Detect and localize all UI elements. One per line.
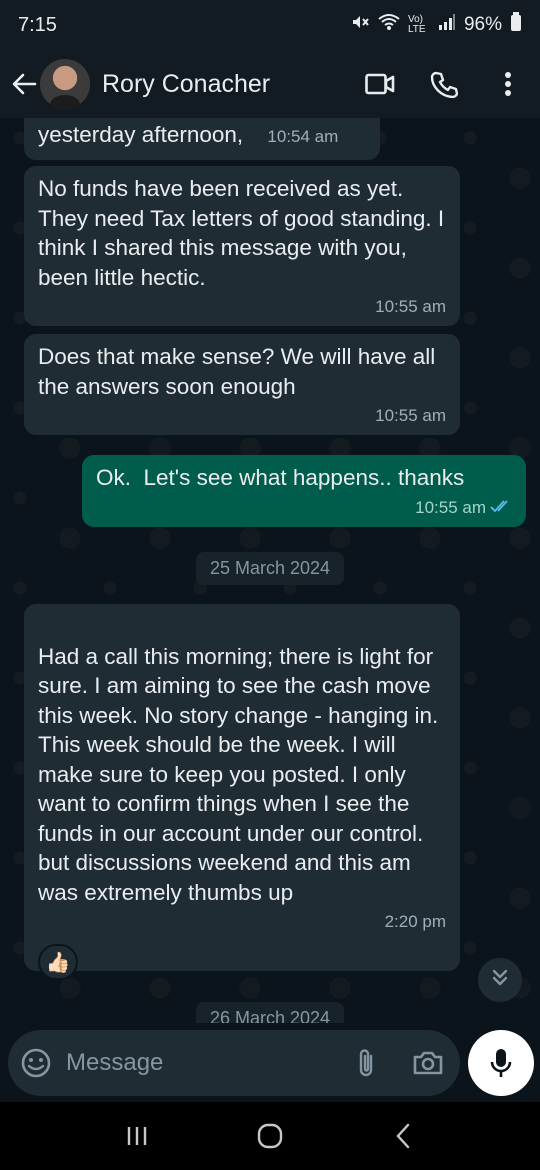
emoji-icon[interactable]: [20, 1047, 52, 1079]
message-text: yesterday afternoon,: [38, 122, 244, 147]
date-separator: 25 March 2024: [195, 552, 345, 585]
chat-area[interactable]: yesterday afternoon, 10:54 am No funds h…: [0, 118, 540, 1023]
system-back-icon[interactable]: [383, 1116, 423, 1156]
message-time: 10:55 am: [375, 297, 446, 316]
read-receipt-icon: [490, 498, 512, 517]
system-navigation-bar: [0, 1102, 540, 1170]
message-time: 2:20 pm: [384, 912, 446, 931]
voice-message-button[interactable]: [468, 1030, 534, 1096]
network-label: Vo) LTE: [407, 14, 426, 35]
message-bubble[interactable]: Ok. Let's see what happens.. thanks 10:5…: [82, 455, 526, 527]
message-bubble[interactable]: No funds have been received as yet. They…: [24, 166, 460, 326]
reaction-badge[interactable]: 👍🏻: [38, 944, 78, 980]
contact-name[interactable]: Rory Conacher: [102, 70, 338, 99]
battery-icon: [510, 12, 522, 38]
message-text: Ok. Let's see what happens.. thanks: [96, 465, 465, 490]
scroll-down-button[interactable]: [478, 958, 522, 1002]
attachment-icon[interactable]: [346, 1043, 386, 1083]
message-input[interactable]: Message: [66, 1049, 324, 1077]
recent-apps-icon[interactable]: [117, 1116, 157, 1156]
message-bubble[interactable]: Does that make sense? We will have all t…: [24, 334, 460, 435]
more-options-icon[interactable]: [486, 62, 530, 106]
message-text: No funds have been received as yet. They…: [38, 176, 445, 290]
microphone-icon: [489, 1047, 513, 1079]
status-bar: 7:15 Vo) LTE 96%: [0, 0, 540, 50]
home-icon[interactable]: [250, 1116, 290, 1156]
back-arrow-icon[interactable]: [10, 70, 38, 98]
message-bubble[interactable]: yesterday afternoon, 10:54 am: [24, 118, 380, 160]
wifi-icon: [378, 13, 400, 37]
battery-level: 96%: [463, 14, 502, 35]
date-separator: 26 March 2024: [195, 1002, 345, 1023]
phone-call-icon[interactable]: [422, 62, 466, 106]
message-time: 10:55 am: [415, 497, 486, 517]
status-icons: Vo) LTE 96%: [350, 12, 522, 38]
message-meta: 10:55 am: [96, 497, 512, 519]
mute-icon: [350, 12, 370, 38]
chat-header: Rory Conacher: [0, 50, 540, 118]
message-text: Had a call this morning; there is light …: [38, 643, 439, 905]
video-call-icon[interactable]: [358, 62, 402, 106]
chevron-double-down-icon: [490, 968, 510, 993]
avatar[interactable]: [40, 59, 90, 109]
message-composer[interactable]: Message: [8, 1030, 460, 1096]
message-bubble[interactable]: Had a call this morning; there is light …: [24, 604, 460, 971]
message-time: 10:55 am: [375, 406, 446, 425]
message-text: Does that make sense? We will have all t…: [38, 344, 436, 399]
status-time: 7:15: [18, 13, 57, 36]
signal-icon: [438, 13, 456, 37]
camera-icon[interactable]: [408, 1043, 448, 1083]
message-time: 10:54 am: [267, 127, 339, 146]
